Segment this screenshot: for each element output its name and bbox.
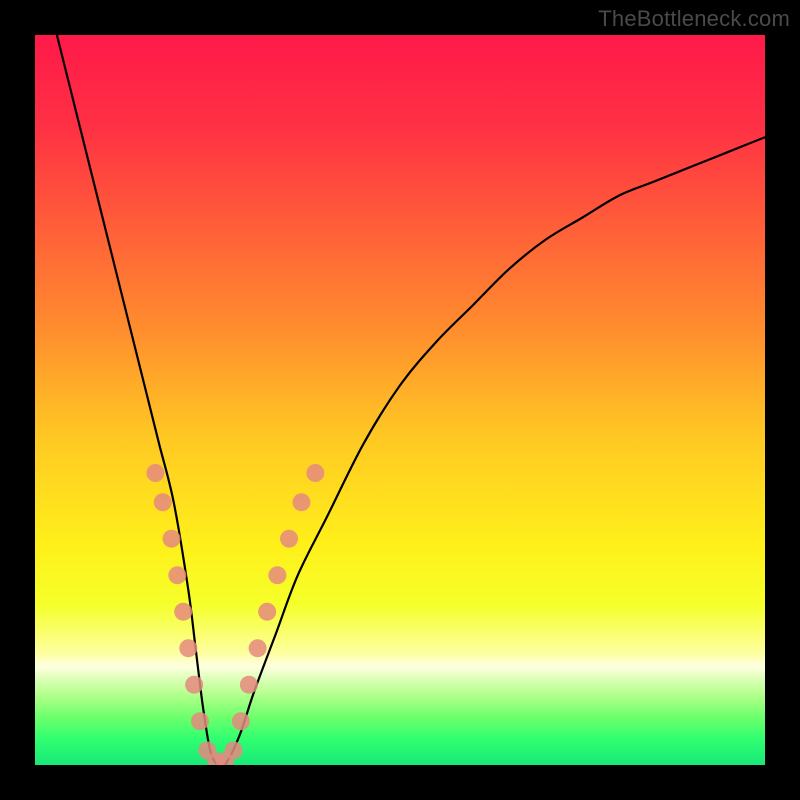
data-marker	[191, 712, 209, 730]
data-markers	[146, 464, 324, 765]
data-marker	[240, 676, 258, 694]
data-marker	[306, 464, 324, 482]
plot-overlay	[35, 35, 765, 765]
data-marker	[268, 566, 286, 584]
data-marker	[168, 566, 186, 584]
data-marker	[258, 603, 276, 621]
data-marker	[185, 676, 203, 694]
watermark-text: TheBottleneck.com	[598, 6, 790, 32]
plot-frame	[35, 35, 765, 765]
data-marker	[179, 639, 197, 657]
data-marker	[232, 712, 250, 730]
data-marker	[154, 493, 172, 511]
data-marker	[174, 603, 192, 621]
data-marker	[225, 741, 243, 759]
data-marker	[163, 530, 181, 548]
data-marker	[249, 639, 267, 657]
data-marker	[280, 530, 298, 548]
bottleneck-curve	[57, 35, 765, 765]
data-marker	[146, 464, 164, 482]
data-marker	[292, 493, 310, 511]
